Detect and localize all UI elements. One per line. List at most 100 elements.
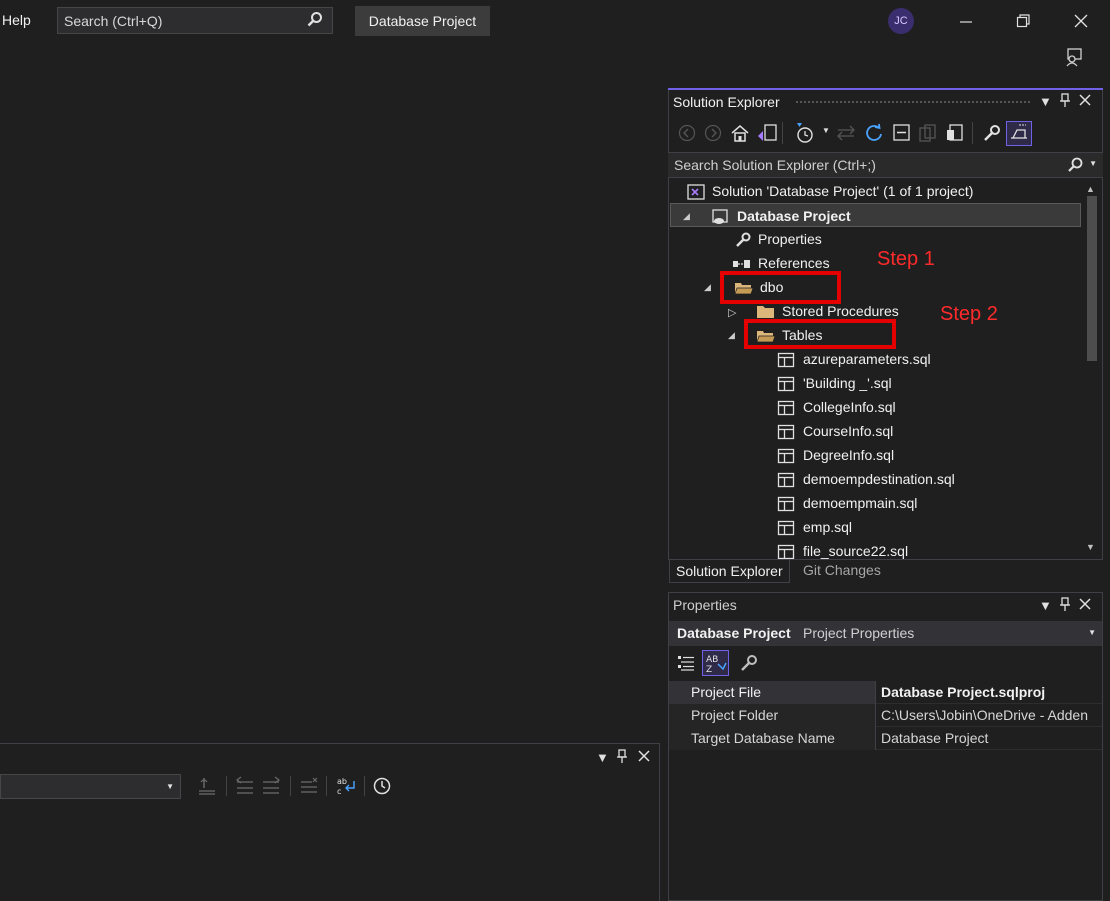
object-name: Database Project — [677, 625, 791, 641]
property-pages-wrench-icon[interactable] — [739, 653, 759, 673]
sql-file-icon — [777, 497, 795, 512]
output-source-select[interactable]: ▼ — [0, 774, 181, 799]
sql-file-icon — [777, 401, 795, 416]
sql-file-icon — [777, 425, 795, 440]
properties-title: Properties — [673, 597, 737, 613]
collapse-all-icon[interactable] — [892, 123, 912, 143]
timestamp-clock-icon[interactable] — [372, 776, 392, 796]
panel-close-icon[interactable] — [1078, 597, 1092, 614]
close-icon[interactable] — [1072, 12, 1090, 30]
alphabetical-icon: ABZ — [706, 655, 727, 675]
panel-grip[interactable] — [795, 100, 1030, 105]
property-row[interactable]: Project Folder C:\Users\Jobin\OneDrive -… — [669, 704, 1102, 727]
avatar[interactable]: JC — [888, 8, 914, 34]
tree-item-file[interactable]: demoempmain.sql — [777, 491, 917, 515]
menu-help[interactable]: Help — [2, 12, 31, 28]
property-key: Target Database Name — [669, 727, 876, 750]
refresh-icon[interactable] — [864, 123, 884, 143]
show-all-files-icon[interactable] — [918, 123, 938, 143]
search-input[interactable]: Search (Ctrl+Q) — [57, 7, 333, 34]
project-name-button[interactable]: Database Project — [355, 6, 490, 36]
tree-item-label: Database Project — [737, 208, 851, 224]
solution-icon — [687, 184, 705, 200]
search-placeholder: Search (Ctrl+Q) — [64, 13, 163, 29]
panel-dropdown-icon[interactable]: ▼ — [1039, 598, 1052, 613]
property-key: Project Folder — [669, 704, 876, 727]
sync-with-document-icon[interactable] — [836, 124, 856, 142]
property-value[interactable]: Database Project — [877, 727, 1102, 750]
object-type: Project Properties — [803, 625, 915, 641]
tree-item-file[interactable]: CollegeInfo.sql — [777, 395, 896, 419]
tree-item-label: demoempdestination.sql — [803, 471, 955, 487]
search-options-dropdown-icon[interactable]: ▼ — [1089, 159, 1097, 168]
expand-arrow-icon[interactable]: ◢ — [704, 282, 711, 293]
expand-arrow-icon[interactable]: ◢ — [728, 330, 735, 341]
properties-toolbar: AB Z — [669, 649, 1102, 677]
sql-file-icon — [777, 473, 795, 488]
filter-dropdown-icon[interactable]: ▼ — [822, 126, 830, 135]
tree-clip: file_source22.sql — [770, 539, 1080, 559]
word-wrap-icon[interactable]: abc — [334, 775, 358, 797]
sql-file-icon — [777, 521, 795, 536]
tree-item-file[interactable]: file_source22.sql — [777, 539, 908, 559]
pin-icon[interactable] — [616, 748, 628, 767]
panel-dropdown-icon[interactable]: ▼ — [1039, 94, 1052, 109]
tree-item-file[interactable]: emp.sql — [777, 515, 852, 539]
tab-solution-explorer[interactable]: Solution Explorer — [669, 560, 790, 583]
tree-item-file[interactable]: CourseInfo.sql — [777, 419, 893, 443]
back-icon[interactable] — [678, 124, 696, 142]
find-message-icon[interactable] — [196, 776, 218, 796]
search-icon — [306, 11, 324, 32]
property-row[interactable]: Project File Database Project.sqlproj — [669, 681, 1102, 704]
properties-object-selector[interactable]: Database Project Project Properties ▼ — [669, 621, 1102, 646]
tree-item-label: CollegeInfo.sql — [803, 399, 896, 415]
preview-selected-items-icon[interactable] — [945, 123, 965, 143]
toolbar-separator — [226, 776, 227, 796]
scroll-down-icon[interactable]: ▼ — [1086, 542, 1095, 552]
property-value[interactable]: Database Project.sqlproj — [877, 681, 1102, 704]
categorized-icon[interactable] — [677, 654, 697, 672]
tree-item-file[interactable]: DegreeInfo.sql — [777, 443, 894, 467]
tree-item-solution[interactable]: Solution 'Database Project' (1 of 1 proj… — [686, 179, 973, 203]
solution-explorer-search-placeholder: Search Solution Explorer (Ctrl+;) — [674, 157, 876, 173]
previous-message-icon[interactable] — [234, 776, 256, 796]
property-value[interactable]: C:\Users\Jobin\OneDrive - Adden — [877, 704, 1102, 727]
scroll-up-icon[interactable]: ▲ — [1086, 184, 1095, 194]
tree-item-project[interactable]: ◢ Database Project — [670, 203, 1081, 227]
collapsed-arrow-icon[interactable]: ▷ — [728, 306, 736, 319]
tree-item-file[interactable]: demoempdestination.sql — [777, 467, 955, 491]
editor-divider — [659, 86, 660, 743]
properties-wrench-icon[interactable] — [982, 123, 1002, 143]
panel-dropdown-icon[interactable]: ▼ — [596, 750, 609, 765]
toggle-pending-changes-button[interactable] — [1006, 121, 1032, 146]
solution-explorer-toolbar: ▼ — [668, 118, 1103, 148]
tab-git-changes[interactable]: Git Changes — [803, 562, 881, 578]
home-icon[interactable] — [730, 123, 750, 143]
pin-icon[interactable] — [1059, 92, 1071, 111]
sql-file-icon — [777, 353, 795, 368]
alphabetical-button[interactable]: AB Z — [702, 650, 729, 676]
solution-explorer-search-input[interactable]: Search Solution Explorer (Ctrl+;) ▼ — [668, 152, 1103, 178]
restore-icon[interactable] — [1015, 12, 1033, 30]
toolbar-separator — [364, 776, 365, 796]
tree-item-file[interactable]: 'Building _'.sql — [777, 371, 892, 395]
folder-icon — [757, 306, 774, 319]
scrollbar-thumb[interactable] — [1087, 196, 1097, 361]
sql-file-icon — [777, 377, 795, 392]
panel-close-icon[interactable] — [637, 749, 651, 766]
switch-views-icon[interactable] — [756, 123, 778, 143]
pin-icon[interactable] — [1059, 596, 1071, 615]
annotation-step-2: Step 2 — [940, 303, 998, 325]
expand-arrow-icon[interactable]: ◢ — [683, 204, 690, 228]
forward-icon[interactable] — [704, 124, 722, 142]
tree-item-label: References — [758, 255, 830, 271]
tree-item-properties[interactable]: Properties — [734, 227, 822, 251]
tree-item-file[interactable]: azureparameters.sql — [777, 347, 931, 371]
next-message-icon[interactable] — [260, 776, 282, 796]
feedback-icon[interactable] — [1064, 47, 1084, 70]
clear-all-icon[interactable] — [298, 776, 320, 796]
panel-close-icon[interactable] — [1078, 93, 1092, 110]
pending-changes-filter-icon[interactable] — [794, 122, 816, 144]
property-row[interactable]: Target Database Name Database Project — [669, 727, 1102, 750]
minimize-icon[interactable] — [958, 12, 976, 30]
